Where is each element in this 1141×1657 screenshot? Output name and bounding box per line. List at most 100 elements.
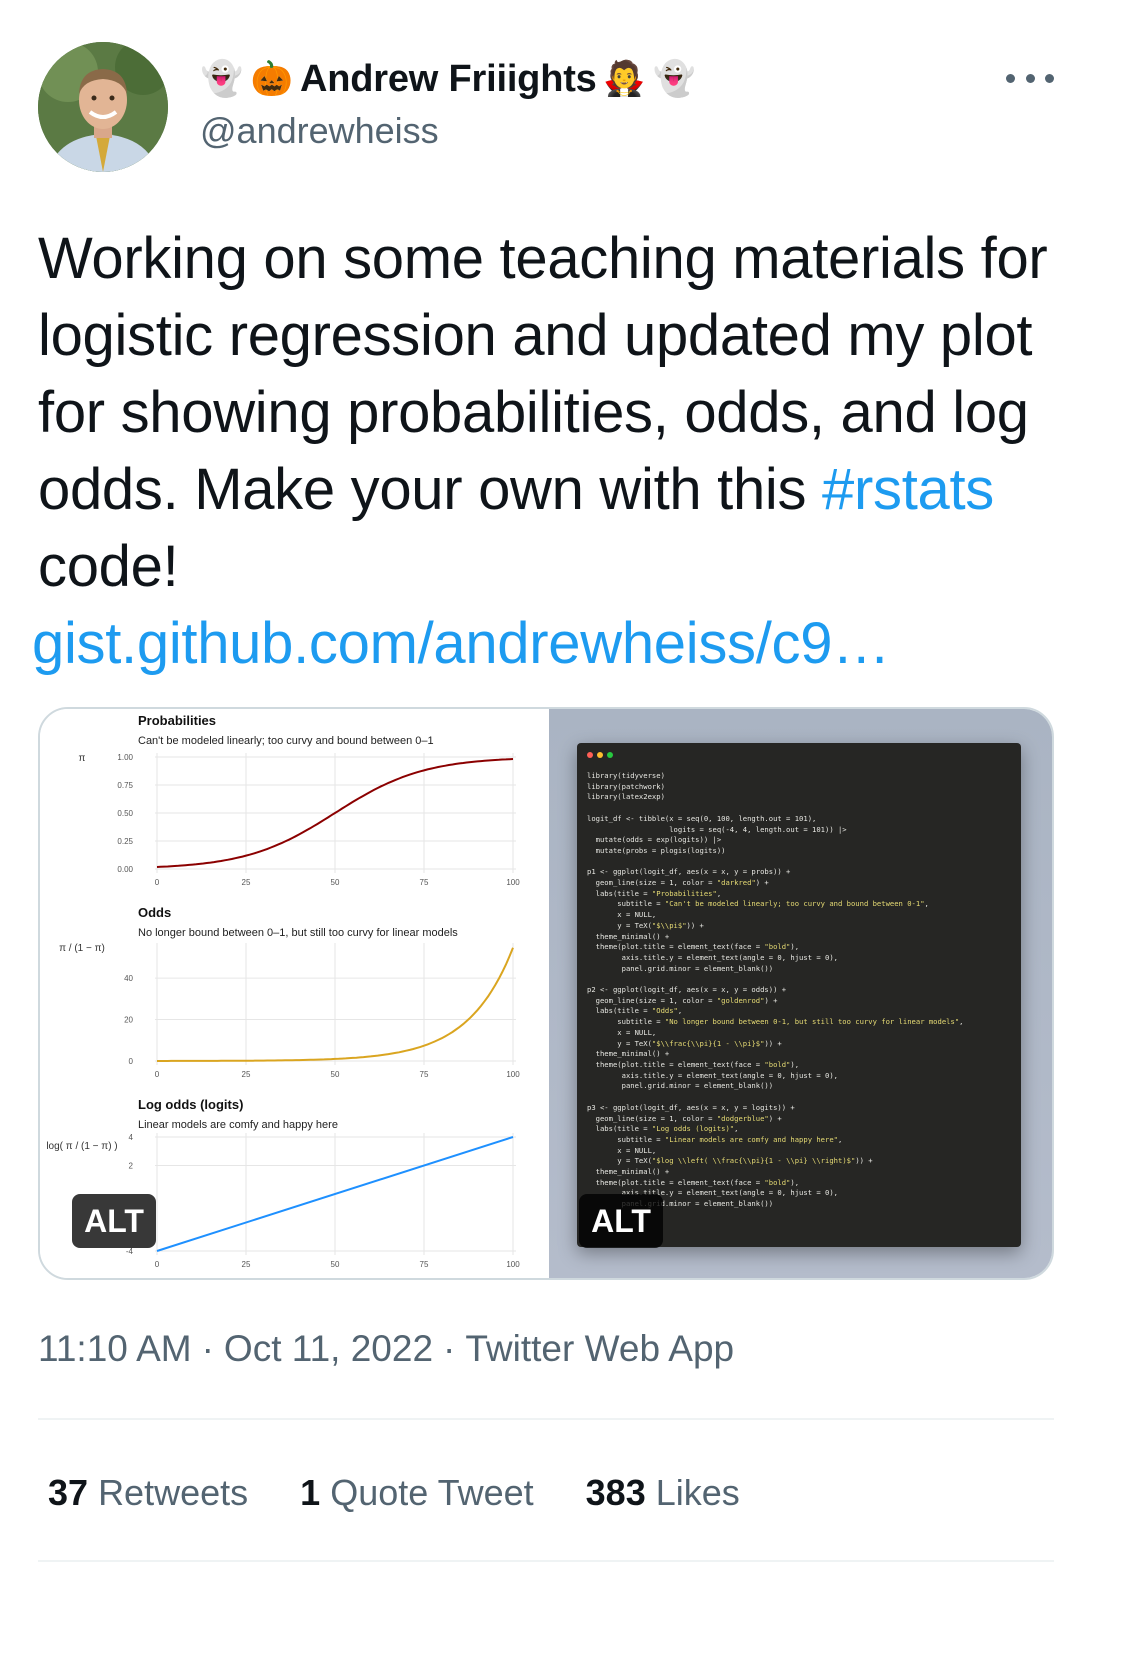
engagement-stats: 37 Retweets 1 Quote Tweet 383 Likes	[48, 1472, 740, 1514]
chart-title: Odds	[138, 905, 171, 920]
quotes-count: 1	[300, 1472, 321, 1513]
code-image[interactable]: library(tidyverse) library(patchwork) libr…	[549, 709, 1052, 1278]
code-block: library(tidyverse) library(patchwork) libr…	[587, 771, 963, 1210]
code-line: theme(plot.title = element_text(face = "…	[587, 942, 800, 952]
ghost-emoji: 👻	[200, 59, 244, 99]
y-axis-label: log( π / (1 − π) )	[46, 1141, 117, 1152]
code-line: panel.grid.minor = element_blank())	[587, 1081, 774, 1091]
y-tick-label: 0.75	[117, 781, 133, 790]
y-tick-label: 0.50	[117, 809, 133, 818]
x-tick-label: 0	[155, 878, 160, 887]
tweet-meta: 11:10 AM · Oct 11, 2022 · Twitter Web Ap…	[38, 1328, 734, 1370]
divider	[38, 1418, 1054, 1420]
retweets-stat[interactable]: 37 Retweets	[48, 1472, 248, 1514]
meta-separator: ·	[443, 1328, 456, 1369]
y-axis-label: π	[79, 753, 86, 764]
y-tick-label: 20	[124, 1016, 133, 1025]
code-line: geom_line(size = 1, color = "goldenrod")…	[587, 995, 778, 1005]
x-tick-label: 75	[420, 1070, 429, 1079]
vampire-emoji: 🧛	[603, 59, 646, 99]
x-tick-label: 75	[420, 878, 429, 887]
x-tick-label: 75	[420, 1260, 429, 1269]
code-line: theme_minimal() +	[587, 1167, 670, 1177]
code-line: x = NULL,	[587, 1027, 657, 1037]
code-line: axis.title.y = element_text(angle = 0, h…	[587, 1070, 838, 1080]
chart-title: Log odds (logits)	[138, 1097, 243, 1112]
more-options-icon[interactable]	[1006, 60, 1054, 96]
code-line: library(patchwork)	[587, 781, 665, 791]
author-name-row: 👻 🎃 Andrew Friiights 🧛 👻	[200, 52, 697, 106]
likes-stat[interactable]: 383 Likes	[586, 1472, 740, 1514]
tweet: 👻 🎃 Andrew Friiights 🧛 👻 @andrewheiss Wo…	[0, 0, 1141, 1657]
code-line: subtitle = "Linear models are comfy and …	[587, 1134, 843, 1144]
code-window: library(tidyverse) library(patchwork) libr…	[577, 743, 1021, 1247]
ghost-emoji: 👻	[653, 59, 696, 99]
hashtag-link[interactable]: #rstats	[822, 457, 994, 522]
code-line: labs(title = "Odds",	[587, 1006, 683, 1016]
x-tick-label: 25	[242, 1260, 251, 1269]
quote-tweets-stat[interactable]: 1 Quote Tweet	[300, 1472, 534, 1514]
x-tick-label: 50	[331, 878, 340, 887]
chart-subtitle: No longer bound between 0–1, but still t…	[138, 927, 458, 939]
x-tick-label: 25	[242, 1070, 251, 1079]
y-tick-label: 0.00	[117, 865, 133, 874]
code-line: y = TeX("$\\pi$")) +	[587, 920, 704, 930]
retweets-label: Retweets	[98, 1472, 249, 1513]
chart-title: Probabilities	[138, 713, 216, 728]
code-line: y = TeX("$\\frac{\\pi}{1 - \\pi}$")) +	[587, 1038, 782, 1048]
x-tick-label: 0	[155, 1260, 160, 1269]
avatar-photo	[38, 42, 168, 172]
tweet-date[interactable]: Oct 11, 2022	[224, 1328, 433, 1370]
code-line: mutate(odds = exp(logits)) |>	[587, 835, 722, 845]
x-tick-label: 0	[155, 1070, 160, 1079]
meta-separator: ·	[201, 1328, 214, 1369]
alt-badge-left[interactable]: ALT	[72, 1194, 156, 1248]
code-line: logit_df <- tibble(x = seq(0, 100, lengt…	[587, 813, 817, 823]
x-tick-label: 25	[242, 878, 251, 887]
code-line: x = NULL,	[587, 910, 657, 920]
chart-subtitle: Linear models are comfy and happy here	[138, 1119, 338, 1131]
display-name[interactable]: Andrew Friiights	[300, 58, 597, 101]
code-line: labs(title = "Log odds (logits)",	[587, 1124, 739, 1134]
code-line: logits = seq(-4, 4, length.out = 101)) |…	[587, 824, 847, 834]
chart-subtitle: Can't be modeled linearly; too curvy and…	[138, 735, 434, 747]
x-tick-label: 50	[331, 1260, 340, 1269]
code-line: x = NULL,	[587, 1145, 657, 1155]
code-line: geom_line(size = 1, color = "dodgerblue"…	[587, 1113, 782, 1123]
code-line: y = TeX("$log \\left( \\frac{\\pi}{1 - \…	[587, 1156, 873, 1166]
code-line: labs(title = "Probabilities",	[587, 888, 722, 898]
pumpkin-emoji: 🎃	[250, 59, 294, 99]
alt-badge-right[interactable]: ALT	[579, 1194, 663, 1248]
chart-image[interactable]: Probabilities Can't be modeled linearly; …	[40, 709, 549, 1278]
likes-label: Likes	[655, 1472, 740, 1513]
tweet-text: Working on some teaching materials for l…	[32, 220, 1108, 682]
tweet-text-end: code!	[38, 534, 179, 599]
y-tick-label: -4	[126, 1247, 134, 1256]
code-line: geom_line(size = 1, color = "darkred") +	[587, 878, 769, 888]
code-line: library(latex2exp)	[587, 792, 665, 802]
y-tick-label: 0.25	[117, 837, 133, 846]
code-line: subtitle = "No longer bound between 0-1,…	[587, 1017, 964, 1027]
code-line: axis.title.y = element_text(angle = 0, h…	[587, 952, 838, 962]
code-line: library(tidyverse)	[587, 771, 665, 780]
y-tick-label: 2	[129, 1162, 134, 1171]
tweet-source[interactable]: Twitter Web App	[465, 1328, 734, 1370]
code-line: panel.grid.minor = element_blank())	[587, 963, 774, 973]
likes-count: 383	[585, 1472, 646, 1513]
code-line: p2 <- ggplot(logit_df, aes(x = x, y = od…	[587, 985, 787, 995]
divider	[38, 1560, 1054, 1562]
tweet-time[interactable]: 11:10 AM	[38, 1328, 192, 1370]
media-grid: Probabilities Can't be modeled linearly; …	[38, 707, 1054, 1280]
code-line: subtitle = "Can't be modeled linearly; t…	[587, 899, 929, 909]
avatar[interactable]	[38, 42, 168, 172]
retweets-count: 37	[48, 1472, 89, 1513]
x-tick-label: 100	[506, 1070, 520, 1079]
handle[interactable]: @andrewheiss	[200, 110, 439, 152]
x-tick-label: 50	[331, 1070, 340, 1079]
code-line: p1 <- ggplot(logit_df, aes(x = x, y = pr…	[587, 867, 791, 877]
gist-link[interactable]: gist.github.com/andrewheiss/c9…	[32, 605, 1108, 682]
quotes-label: Quote Tweet	[330, 1472, 534, 1513]
